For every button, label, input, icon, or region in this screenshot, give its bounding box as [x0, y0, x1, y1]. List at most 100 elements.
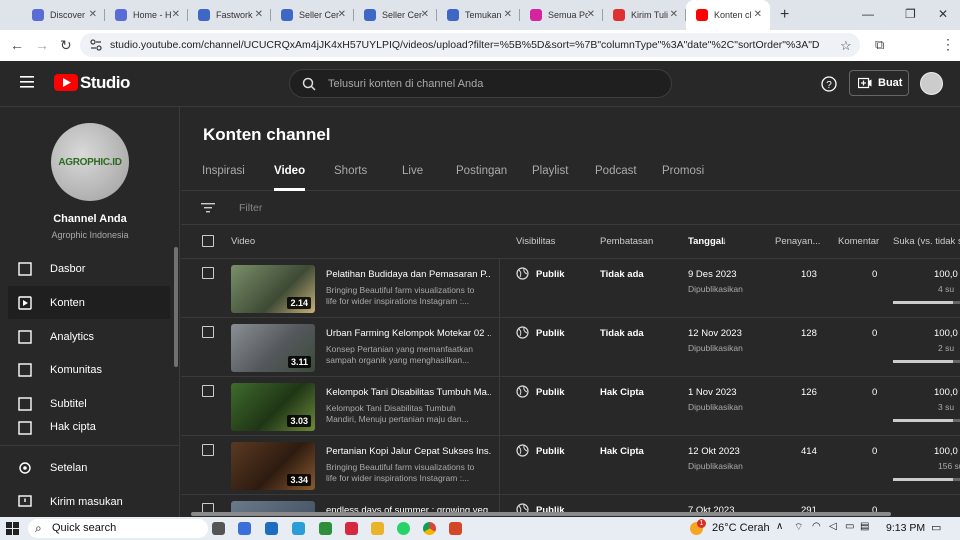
sidebar-item-konten[interactable]: Konten	[8, 286, 170, 319]
tab-close-icon[interactable]: ✕	[504, 9, 512, 20]
copilot-icon[interactable]	[238, 522, 251, 535]
tab-close-icon[interactable]: ✕	[754, 9, 762, 20]
col-views[interactable]: Penayan...	[775, 236, 820, 247]
row-checkbox[interactable]	[202, 385, 214, 397]
chrome-icon[interactable]	[423, 522, 436, 535]
tab-postingan[interactable]: Postingan	[456, 165, 507, 177]
tab-close-icon[interactable]: ✕	[338, 9, 346, 20]
edge-icon[interactable]	[292, 522, 305, 535]
app-icon[interactable]	[345, 522, 358, 535]
notifications-icon[interactable]: ▭	[931, 521, 941, 534]
col-comments[interactable]: Komentar	[838, 236, 879, 247]
video-title[interactable]: Urban Farming Kelompok Motekar 02 ...	[326, 328, 491, 339]
whatsapp-icon[interactable]	[397, 522, 410, 535]
channel-search-input[interactable]: Telusuri konten di channel Anda	[289, 69, 672, 98]
restriction-value[interactable]: Tidak ada	[600, 328, 644, 339]
sort-arrow-down-icon[interactable]: ↓	[722, 236, 727, 247]
reload-icon[interactable]: ↻	[60, 37, 72, 54]
tab-promosi[interactable]: Promosi	[662, 165, 704, 177]
network-icon[interactable]: ⌔	[794, 521, 803, 534]
powerpoint-icon[interactable]	[449, 522, 462, 535]
browser-tab[interactable]: Temukan ✕	[437, 0, 520, 30]
new-tab-icon[interactable]: +	[780, 6, 789, 24]
tab-close-icon[interactable]: ✕	[172, 9, 180, 20]
video-title[interactable]: Pertanian Kopi Jalur Cepat Sukses Ins...	[326, 446, 491, 457]
filter-bar[interactable]: Filter	[181, 191, 960, 225]
forward-icon[interactable]: →	[35, 37, 49, 53]
sidebar-item-setelan[interactable]: Setelan	[8, 451, 170, 484]
browser-menu-icon[interactable]: ⋮	[941, 36, 955, 53]
clock-time[interactable]: 9:13 PM	[886, 522, 925, 534]
table-row[interactable]: 2.14 Pelatihan Budidaya dan Pemasaran P..…	[181, 259, 960, 318]
sidebar-scrollbar[interactable]	[174, 247, 178, 367]
weather-text[interactable]: 26°C Cerah	[712, 522, 770, 534]
tab-live[interactable]: Live	[402, 165, 423, 177]
channel-avatar[interactable]: AGROPHIC.ID	[51, 123, 129, 201]
file-explorer-icon[interactable]	[371, 522, 384, 535]
restore-icon[interactable]: ❐	[905, 7, 916, 21]
youtube-logo-icon[interactable]	[54, 74, 78, 91]
outlook-icon[interactable]	[265, 522, 278, 535]
create-button[interactable]: Buat	[849, 70, 909, 96]
filter-icon[interactable]	[201, 203, 215, 213]
table-row[interactable]: 3.34 Pertanian Kopi Jalur Cepat Sukses In…	[181, 436, 960, 495]
filter-input[interactable]: Filter	[239, 202, 262, 214]
url-omnibox[interactable]: studio.youtube.com/channel/UCUCRQxAm4jJK…	[80, 33, 860, 57]
tab-close-icon[interactable]: ✕	[89, 9, 97, 20]
tab-shorts[interactable]: Shorts	[334, 165, 367, 177]
tab-video[interactable]: Video	[274, 165, 306, 191]
back-icon[interactable]: ←	[10, 37, 24, 53]
video-thumbnail[interactable]: 2.14	[231, 265, 315, 313]
browser-tab[interactable]: Fastwork ✕	[188, 0, 271, 30]
table-row[interactable]: 3.11 Urban Farming Kelompok Motekar 02 ..…	[181, 318, 960, 377]
browser-tab[interactable]: Seller Cer ✕	[271, 0, 354, 30]
visibility-value[interactable]: Publik	[536, 387, 565, 398]
browser-tab[interactable]: Semua Po ✕	[520, 0, 603, 30]
tab-close-icon[interactable]: ✕	[670, 9, 678, 20]
menu-icon[interactable]	[20, 76, 34, 88]
select-all-checkbox[interactable]	[202, 235, 214, 247]
tab-close-icon[interactable]: ✕	[255, 9, 263, 20]
sidebar-item-komunitas[interactable]: Komunitas	[8, 353, 170, 386]
browser-tab[interactable]: Seller Cer ✕	[354, 0, 437, 30]
visibility-value[interactable]: Publik	[536, 446, 565, 457]
browser-tab[interactable]: Discover ✕	[22, 0, 105, 30]
sidebar-item-analytics[interactable]: Analytics	[8, 320, 170, 353]
task-view-icon[interactable]	[212, 522, 225, 535]
tray-chevron-icon[interactable]: ∧	[776, 521, 783, 532]
col-restrictions[interactable]: Pembatasan	[600, 236, 653, 247]
sidebar-item-subtitel[interactable]: Subtitel	[8, 387, 170, 420]
windows-start-icon[interactable]	[6, 522, 19, 535]
tab-close-icon[interactable]: ✕	[587, 9, 595, 20]
tab-inspirasi[interactable]: Inspirasi	[202, 165, 245, 177]
video-title[interactable]: Pelatihan Budidaya dan Pemasaran P...	[326, 269, 491, 280]
keyboard-icon[interactable]: ▤	[860, 521, 869, 532]
visibility-value[interactable]: Publik	[536, 328, 565, 339]
tab-playlist[interactable]: Playlist	[532, 165, 568, 177]
browser-tab[interactable]: Kirim Tuli ✕	[603, 0, 686, 30]
sidebar-item-kirim-masukan[interactable]: Kirim masukan	[8, 485, 170, 518]
browser-tab[interactable]: Home - H ✕	[105, 0, 188, 30]
xbox-icon[interactable]	[319, 522, 332, 535]
site-info-icon[interactable]	[90, 39, 102, 51]
row-checkbox[interactable]	[202, 267, 214, 279]
bookmark-star-icon[interactable]: ☆	[840, 38, 852, 54]
tab-close-icon[interactable]: ✕	[421, 9, 429, 20]
row-checkbox[interactable]	[202, 326, 214, 338]
sidebar-item-dasbor[interactable]: Dasbor	[8, 252, 170, 285]
table-row[interactable]: 3.03 Kelompok Tani Disabilitas Tumbuh Ma.…	[181, 377, 960, 436]
browser-tab[interactable]: Konten cl ✕	[686, 0, 770, 30]
video-thumbnail[interactable]: 3.34	[231, 442, 315, 490]
video-thumbnail[interactable]: 3.03	[231, 383, 315, 431]
help-icon[interactable]: ?	[821, 76, 837, 92]
col-date[interactable]: Tanggal	[688, 236, 724, 247]
close-window-icon[interactable]: ✕	[938, 7, 948, 21]
row-checkbox[interactable]	[202, 444, 214, 456]
restriction-value[interactable]: Hak Cipta	[600, 387, 644, 398]
minimize-icon[interactable]: —	[862, 7, 874, 21]
col-visibility[interactable]: Visibilitas	[516, 236, 555, 247]
taskbar-search[interactable]: ⌕ Quick search	[28, 519, 208, 538]
visibility-value[interactable]: Publik	[536, 269, 565, 280]
video-thumbnail[interactable]: 3.11	[231, 324, 315, 372]
restriction-value[interactable]: Hak Cipta	[600, 446, 644, 457]
